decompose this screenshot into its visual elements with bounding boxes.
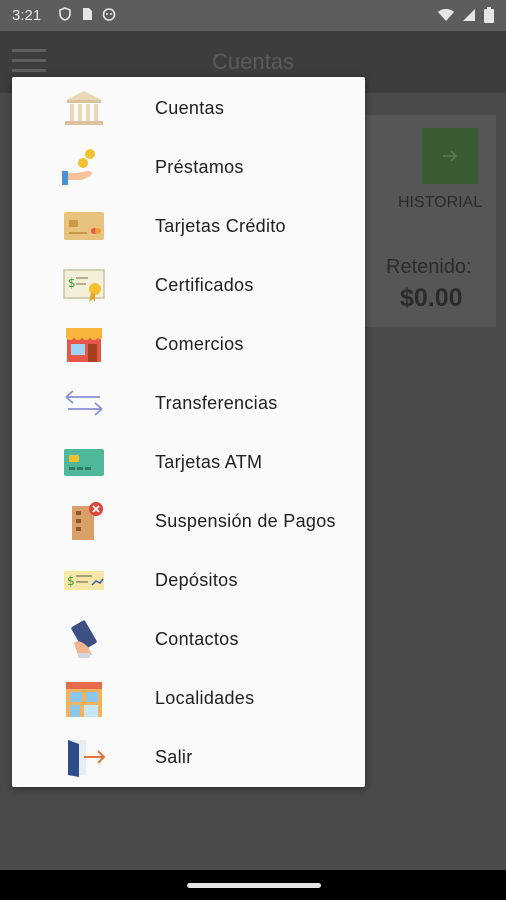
atm-card-icon xyxy=(64,449,104,476)
menu-item-tarjetas-credito[interactable]: Tarjetas Crédito xyxy=(12,196,365,255)
retained-label: Retenido: xyxy=(386,256,472,278)
deposit-check-icon: $ xyxy=(64,571,104,590)
menu-item-label: Préstamos xyxy=(155,157,244,177)
menu-item-transferencias[interactable]: Transferencias xyxy=(12,373,365,432)
status-bar: 3:21 xyxy=(0,0,506,31)
loan-hand-coins-icon xyxy=(62,149,95,185)
shield-icon xyxy=(59,7,71,21)
menu-item-label: Transferencias xyxy=(155,393,278,413)
retained-value: $0.00 xyxy=(400,284,463,312)
menu-item-comercios[interactable]: Comercios xyxy=(12,314,365,373)
face-icon xyxy=(102,8,116,21)
menu-item-label: Cuentas xyxy=(155,98,225,118)
menu-item-label: Suspensión de Pagos xyxy=(155,511,336,531)
arrow-right-icon xyxy=(443,150,458,162)
app-title: Cuentas xyxy=(212,49,294,74)
signal-icon xyxy=(463,9,475,21)
svg-text:$: $ xyxy=(68,276,76,290)
sim-card-icon xyxy=(83,8,92,20)
branch-building-icon xyxy=(66,682,102,717)
menu-item-label: Comercios xyxy=(155,334,244,354)
contact-phone-icon xyxy=(71,620,97,658)
menu-item-suspension-pagos[interactable]: Suspensión de Pagos xyxy=(12,491,365,550)
status-time: 3:21 xyxy=(12,7,42,24)
battery-icon xyxy=(484,7,494,23)
menu-item-tarjetas-atm[interactable]: Tarjetas ATM xyxy=(12,432,365,491)
menu-item-localidades[interactable]: Localidades xyxy=(12,668,365,727)
menu-item-certificados[interactable]: $ Certificados xyxy=(12,255,365,314)
menu-item-cuentas[interactable]: Cuentas xyxy=(12,78,365,137)
menu-item-label: Tarjetas Crédito xyxy=(155,216,286,236)
transfer-arrows-icon xyxy=(65,390,103,416)
certificate-icon: $ xyxy=(63,269,105,302)
menu-item-salir[interactable]: Salir xyxy=(12,727,365,786)
menu-item-label: Depósitos xyxy=(155,570,238,590)
bank-icon xyxy=(65,91,103,125)
menu-item-label: Contactos xyxy=(155,629,239,649)
menu-item-contactos[interactable]: Contactos xyxy=(12,609,365,668)
navigation-menu: Cuentas Préstamos Tarjetas Crédito $ Cer… xyxy=(12,77,365,787)
menu-item-label: Certificados xyxy=(155,275,254,295)
history-label: HISTORIAL xyxy=(398,194,483,211)
store-icon xyxy=(66,328,102,362)
menu-item-depositos[interactable]: $ Depósitos xyxy=(12,550,365,609)
menu-item-label: Tarjetas ATM xyxy=(155,452,263,472)
wifi-icon xyxy=(438,9,454,21)
svg-text:$: $ xyxy=(67,574,75,588)
credit-card-icon xyxy=(64,212,104,240)
home-gesture-handle[interactable] xyxy=(187,883,321,888)
exit-door-icon xyxy=(68,740,106,777)
payment-suspension-icon xyxy=(72,502,103,540)
menu-item-prestamos[interactable]: Préstamos xyxy=(12,137,365,196)
menu-item-label: Salir xyxy=(155,747,193,767)
system-navigation-bar xyxy=(0,870,506,900)
menu-item-label: Localidades xyxy=(155,688,255,708)
